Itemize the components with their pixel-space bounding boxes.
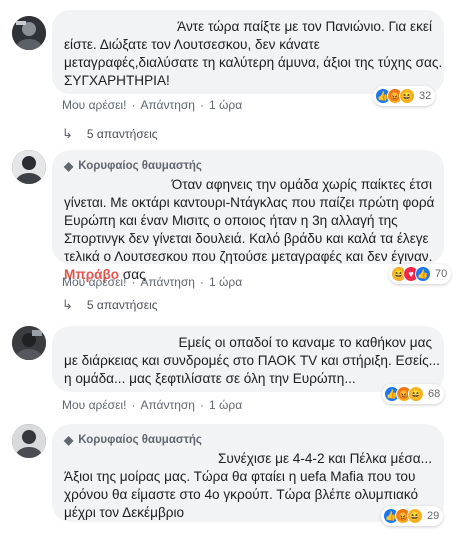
comment-bubble: Εμείς οι οπαδοί το καναμε το καθήκον μας… bbox=[52, 326, 444, 392]
comment-text-line: Εμείς οι οπαδοί το καναμε το καθήκον μας bbox=[178, 335, 432, 350]
avatar[interactable] bbox=[12, 16, 46, 50]
like-icon: 👍 bbox=[415, 266, 431, 282]
separator: · bbox=[131, 98, 136, 112]
top-fan-badge: ◆ Κορυφαίος θαυμαστής bbox=[64, 432, 432, 448]
comment-text-line: Όταν αφηνεις την ομάδα χωρίς παίκτες έτσ… bbox=[171, 177, 432, 192]
diamond-icon: ◆ bbox=[64, 433, 74, 447]
comment-text-line: χρόνου θα είμαστε στο 4ο γκρούπ. Τώρα βλ… bbox=[64, 487, 419, 502]
comment-actions: Μου αρέσει! · Απάντηση · 1 ώρα bbox=[62, 98, 242, 112]
reaction-count: 29 bbox=[427, 510, 440, 522]
comment-text-line: Ευρώπη και έναν Μισιτς ο οποιος ήταν η 3… bbox=[64, 213, 398, 228]
comment-bubble: ◆ Κορυφαίος θαυμαστής Όταν αφηνεις την ο… bbox=[52, 150, 444, 282]
haha-icon: 😆 bbox=[408, 386, 424, 402]
reactions-summary[interactable]: 👍 😡 😆 32 bbox=[373, 86, 436, 106]
top-fan-badge: ◆ Κορυφαίος θαυμαστής bbox=[64, 158, 432, 174]
comment-text-line: Συνέχισε με 4-4-2 και Πέλκα μέσα... bbox=[218, 451, 432, 466]
separator: · bbox=[199, 98, 204, 112]
timestamp[interactable]: 1 ώρα bbox=[209, 98, 242, 112]
reaction-count: 68 bbox=[428, 388, 441, 400]
comment-actions: Μου αρέσει! · Απάντηση · 1 ώρα bbox=[62, 275, 242, 289]
avatar[interactable] bbox=[12, 424, 46, 458]
avatar[interactable] bbox=[12, 150, 46, 184]
comment-text-line: μέχρι τον Δεκέμβριο bbox=[64, 505, 185, 520]
comment-bubble: Άντε τώρα παίξτε με τον Πανιώνιο. Για εκ… bbox=[52, 10, 444, 94]
diamond-icon: ◆ bbox=[64, 159, 74, 173]
reaction-count: 70 bbox=[435, 268, 448, 280]
like-link[interactable]: Μου αρέσει! bbox=[62, 398, 126, 412]
haha-icon: 😆 bbox=[407, 508, 423, 524]
reaction-count: 32 bbox=[419, 90, 432, 102]
comment-text-line: Άντε τώρα παίξτε με τον Πανιώνιο. Για εκ… bbox=[177, 19, 432, 34]
badge-label: Κορυφαίος θαυμαστής bbox=[78, 160, 202, 172]
reply-link[interactable]: Απάντηση bbox=[140, 275, 195, 289]
badge-label: Κορυφαίος θαυμαστής bbox=[78, 434, 202, 446]
comment-text-line: Άξιοι της μοίρας μας. Τώρα θα φταίει η u… bbox=[64, 469, 416, 484]
comment-text-line: μεταγραφές,διαλύσατε τη καλύτερη άμυνα, … bbox=[64, 55, 443, 70]
reply-link[interactable]: Απάντηση bbox=[140, 98, 195, 112]
comment-text-line: με διάρκειας και συνδρομές στο ΠΑΟΚ TV κ… bbox=[64, 353, 440, 368]
separator: · bbox=[131, 275, 136, 289]
separator: · bbox=[199, 398, 204, 412]
view-replies-link[interactable]: ↳ 5 απαντήσεις bbox=[62, 126, 158, 142]
haha-icon: 😆 bbox=[399, 88, 415, 104]
replies-count: 5 απαντήσεις bbox=[86, 298, 158, 312]
like-link[interactable]: Μου αρέσει! bbox=[62, 275, 126, 289]
comment-text-line: Σπορτινγκ δεν γίνεται δουλειά. Καλό βράδ… bbox=[64, 231, 429, 246]
replies-count: 5 απαντήσεις bbox=[86, 127, 158, 141]
reactions-summary[interactable]: 😆 ♥ 👍 70 bbox=[389, 264, 452, 284]
reply-arrow-icon: ↳ bbox=[62, 297, 73, 312]
separator: · bbox=[199, 275, 204, 289]
timestamp[interactable]: 1 ώρα bbox=[209, 398, 242, 412]
comment-text-line: η ομάδα... μας ξεφτιλίσατε σε όλη την Ευ… bbox=[64, 371, 356, 386]
comment-text-line: γίνεται. Με οκτάρι καντουρι-Ντάγκλας που… bbox=[64, 195, 435, 210]
comment-text-line: είστε. Διώξατε τον Λουτσεσκου, δεν κάνατ… bbox=[64, 37, 320, 52]
like-link[interactable]: Μου αρέσει! bbox=[62, 98, 126, 112]
reactions-summary[interactable]: 👍 😡 😆 29 bbox=[381, 506, 444, 526]
reply-link[interactable]: Απάντηση bbox=[140, 398, 195, 412]
timestamp[interactable]: 1 ώρα bbox=[209, 275, 242, 289]
comment-actions: Μου αρέσει! · Απάντηση · 1 ώρα bbox=[62, 398, 242, 412]
reactions-summary[interactable]: 👍 😡 😆 68 bbox=[382, 384, 445, 404]
avatar[interactable] bbox=[12, 326, 46, 360]
reply-arrow-icon: ↳ bbox=[62, 126, 73, 141]
separator: · bbox=[131, 398, 136, 412]
comment-text-line: τελικά ο Λουτσεσκου που ζητούσε μεταγραφ… bbox=[64, 249, 433, 264]
view-replies-link[interactable]: ↳ 5 απαντήσεις bbox=[62, 297, 158, 313]
